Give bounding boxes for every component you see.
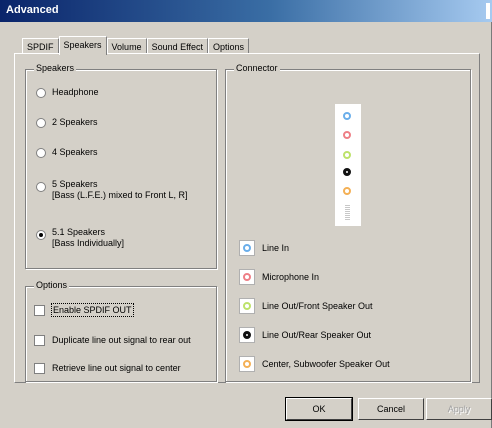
title-bar-edge [486,3,490,19]
retrieve-line-out-label[interactable]: Retrieve line out signal to center [52,362,181,374]
cancel-button[interactable]: Cancel [358,398,424,420]
microphone-in-label: Microphone In [262,272,320,282]
headphone-radio[interactable] [36,88,46,98]
sound-card-bracket [335,104,361,226]
front-out-jack-icon [343,151,351,159]
four-speakers-radio[interactable] [36,148,46,158]
four-speakers-label[interactable]: 4 Speakers [52,147,98,158]
ok-button[interactable]: OK [285,397,353,421]
five-speakers-label[interactable]: 5 Speakers [Bass (L.F.E.) mixed to Front… [52,179,188,201]
rear-speaker-out-label: Line Out/Rear Speaker Out [262,330,372,340]
options-group: Options Enable SPDIF OUT Duplicate line … [25,280,217,382]
center-subwoofer-out-label: Center, Subwoofer Speaker Out [262,359,390,369]
title-bar: Advanced [0,0,492,22]
speakers-group: Speakers Headphone 2 Speakers 4 Speakers… [25,63,217,269]
tab-sound-effect[interactable]: Sound Effect [146,38,208,54]
tab-spdif[interactable]: SPDIF [22,38,59,54]
connector-group: Connector Line In Microphone In Line Out… [225,63,471,382]
window-title: Advanced [6,4,59,16]
tab-strip: SPDIF Speakers Volume Sound Effect Optio… [22,36,249,55]
headphone-label[interactable]: Headphone [52,87,99,98]
microphone-jack-icon [343,131,351,139]
line-in-legend-icon [239,240,255,256]
speakers-tab-panel: Speakers Headphone 2 Speakers 4 Speakers… [14,53,480,383]
spdif-port-icon [345,205,350,221]
tab-options[interactable]: Options [207,38,249,54]
options-legend: Options [34,280,70,290]
two-speakers-label[interactable]: 2 Speakers [52,117,98,128]
duplicate-line-out-checkbox[interactable] [34,335,45,346]
rear-out-jack-icon [343,168,351,176]
duplicate-line-out-label[interactable]: Duplicate line out signal to rear out [52,334,191,346]
five-one-speakers-radio[interactable] [36,230,46,240]
connector-legend: Connector [234,63,280,73]
line-in-jack-icon [343,112,351,120]
enable-spdif-out-checkbox[interactable] [34,305,45,316]
front-speaker-out-label: Line Out/Front Speaker Out [262,301,373,311]
line-in-label: Line In [262,243,290,253]
front-out-legend-icon [239,298,255,314]
apply-button[interactable]: Apply [426,398,492,420]
retrieve-line-out-checkbox[interactable] [34,363,45,374]
two-speakers-radio[interactable] [36,118,46,128]
enable-spdif-out-label[interactable]: Enable SPDIF OUT [51,303,134,317]
microphone-legend-icon [239,269,255,285]
tab-speakers[interactable]: Speakers [58,36,107,55]
speakers-legend: Speakers [34,63,77,73]
advanced-dialog: Advanced SPDIF Speakers Volume Sound Eff… [0,0,492,428]
five-speakers-radio[interactable] [36,182,46,192]
five-one-speakers-label[interactable]: 5.1 Speakers [Bass Individually] [52,227,124,249]
rear-out-legend-icon [239,327,255,343]
tab-volume[interactable]: Volume [106,38,147,54]
center-sub-jack-icon [343,187,351,195]
center-sub-legend-icon [239,356,255,372]
